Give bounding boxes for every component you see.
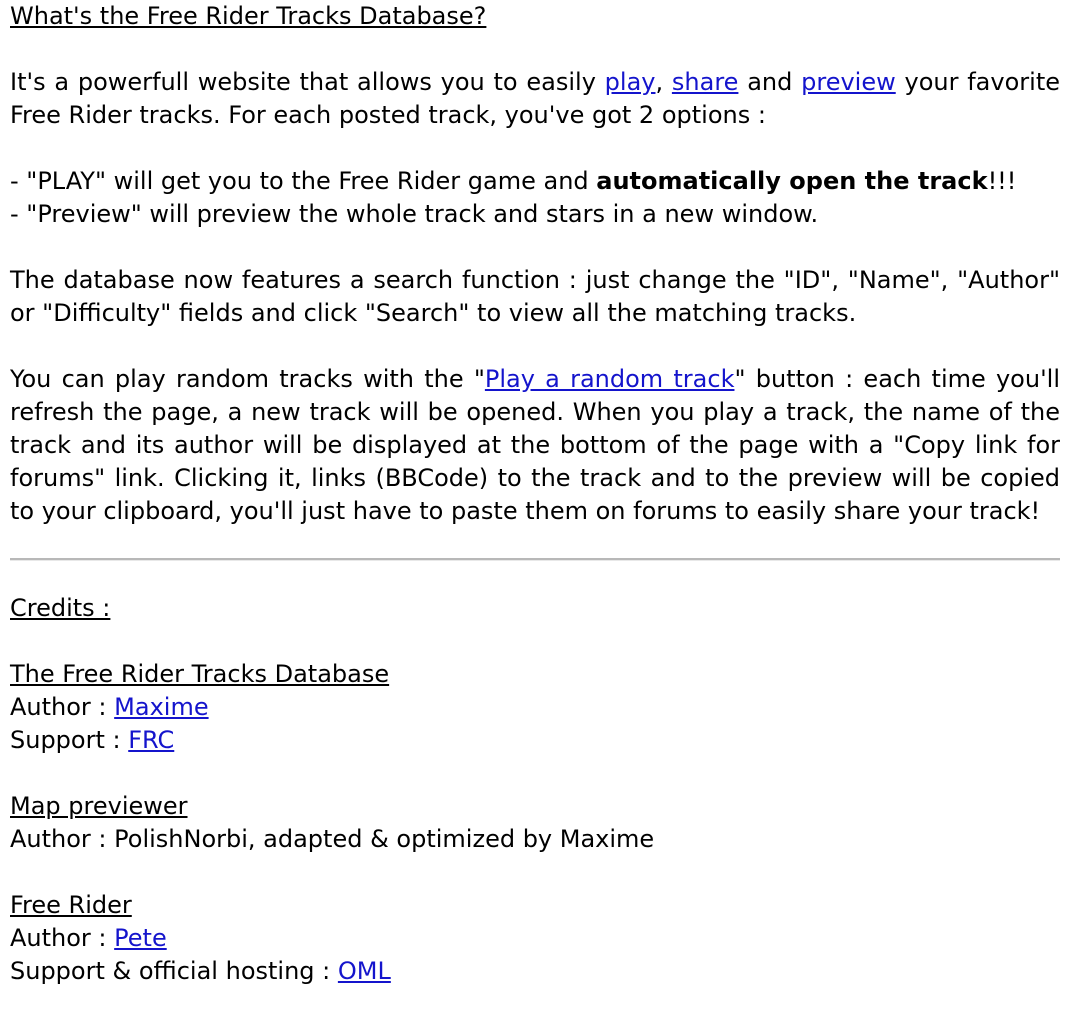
share-link[interactable]: share [672, 68, 739, 96]
option-play-text: - "PLAY" will get you to the Free Rider … [10, 167, 597, 195]
intro-text-1: It's a powerfull website that allows you… [10, 68, 605, 96]
freerider-author-label: Author : [10, 924, 115, 952]
intro-section: What's the Free Rider Tracks Database? I… [10, 0, 1060, 528]
intro-text-2: , [655, 68, 672, 96]
preview-link[interactable]: preview [801, 68, 896, 96]
freerider-hosting-label: Support & official hosting : [10, 957, 338, 985]
database-support-label: Support : [10, 726, 129, 754]
credits-heading: Credits : [10, 594, 111, 622]
oml-link[interactable]: OML [338, 957, 391, 985]
database-support: Support : FRC [10, 724, 1060, 757]
play-link[interactable]: play [605, 68, 656, 96]
previewer-title: Map previewer [10, 792, 188, 820]
pete-link[interactable]: Pete [114, 924, 167, 952]
intro-text-3: and [738, 68, 802, 96]
database-author-label: Author : [10, 693, 115, 721]
option-play: - "PLAY" will get you to the Free Rider … [10, 165, 1060, 198]
random-track-link[interactable]: Play a random track [485, 365, 735, 393]
option-play-bold: automatically open the track [596, 167, 988, 195]
random-text-1: You can play random tracks with the " [10, 365, 485, 393]
credits-section: Credits : The Free Rider Tracks Database… [10, 592, 1060, 988]
option-play-exclaim: !!! [987, 167, 1017, 195]
maxime-link[interactable]: Maxime [114, 693, 208, 721]
database-author: Author : Maxime [10, 691, 1060, 724]
freerider-title: Free Rider [10, 891, 132, 919]
option-preview: - "Preview" will preview the whole track… [10, 200, 819, 228]
previewer-author: Author : PolishNorbi, adapted & optimize… [10, 825, 655, 853]
search-paragraph: The database now features a search funct… [10, 266, 1060, 327]
intro-heading: What's the Free Rider Tracks Database? [10, 2, 487, 30]
intro-paragraph: It's a powerfull website that allows you… [10, 66, 1060, 132]
freerider-author: Author : Pete [10, 922, 1060, 955]
section-divider [10, 558, 1060, 561]
freerider-hosting: Support & official hosting : OML [10, 955, 1060, 988]
random-paragraph: You can play random tracks with the "Pla… [10, 363, 1060, 528]
frc-link[interactable]: FRC [128, 726, 174, 754]
database-title: The Free Rider Tracks Database [10, 660, 390, 688]
